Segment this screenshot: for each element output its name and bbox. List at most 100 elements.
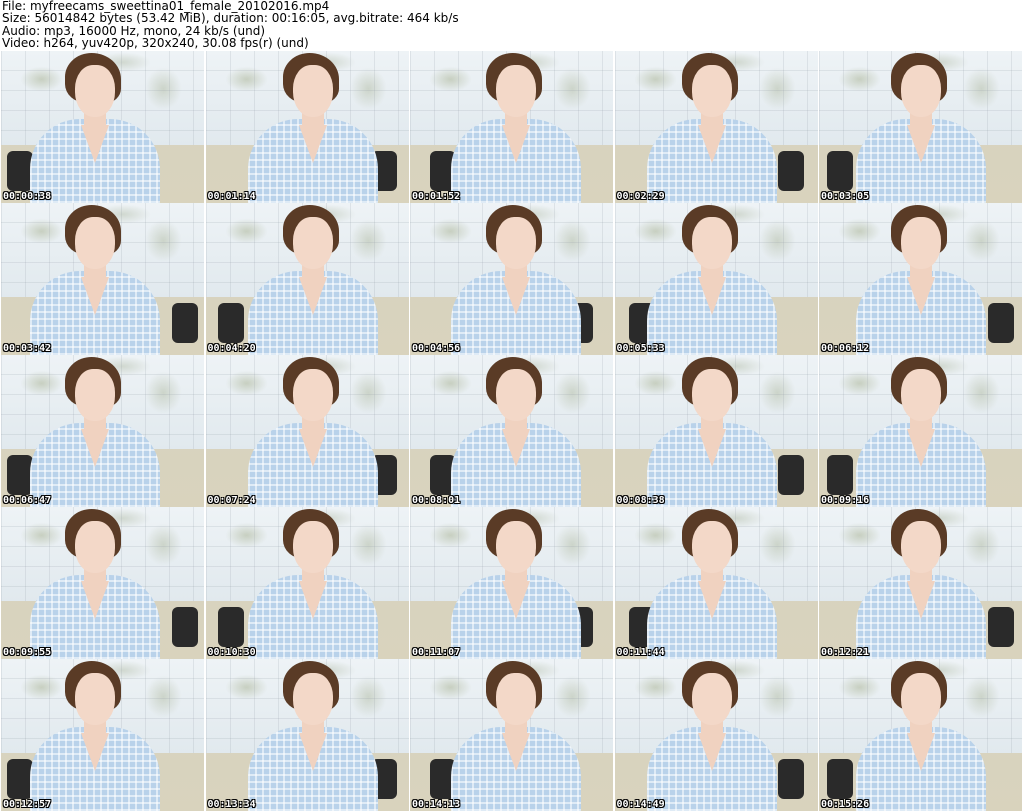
shirt-collar [906,277,935,315]
shirt-collar [501,277,530,315]
frame-timestamp: 00:09:55 [3,647,52,658]
face [495,369,536,421]
frame-timestamp: 00:08:38 [616,495,665,506]
face [293,673,333,725]
chair [827,759,853,799]
frame-timestamp: 00:03:42 [3,343,52,354]
frame-timestamp: 00:06:47 [3,495,52,506]
shirt-collar [299,733,327,771]
shirt-collar [698,581,726,619]
video-frame-thumbnail[interactable]: 00:01:14 [205,51,409,203]
face [293,369,333,421]
shirt-collar [80,277,109,315]
frame-timestamp: 00:05:33 [616,343,665,354]
video-frame-thumbnail[interactable]: 00:12:21 [819,507,1022,659]
face [900,217,941,269]
video-frame-thumbnail[interactable]: 00:04:20 [205,203,409,355]
video-frame-thumbnail[interactable]: 00:03:42 [1,203,204,355]
video-info-line: Video: h264, yuv420p, 320x240, 30.08 fps… [2,36,309,51]
face [692,673,732,725]
face [900,673,941,725]
face [74,217,115,269]
chair [777,151,804,191]
shirt-collar [501,429,530,467]
video-frame-thumbnail[interactable]: 00:13:34 [205,659,409,811]
face [293,521,333,573]
shirt-collar [299,429,327,467]
chair [827,151,853,191]
shirt-collar [299,125,327,163]
frame-timestamp: 00:11:44 [616,647,665,658]
chair [988,607,1014,647]
video-frame-thumbnail[interactable]: 00:11:07 [410,507,613,659]
frame-timestamp: 00:11:07 [412,647,461,658]
shirt-collar [698,733,726,771]
frame-timestamp: 00:02:29 [616,191,665,202]
face [692,369,732,421]
video-frame-thumbnail[interactable]: 00:11:44 [614,507,818,659]
frame-timestamp: 00:09:16 [821,495,870,506]
shirt-collar [80,429,109,467]
face [74,65,115,117]
video-frame-thumbnail[interactable]: 00:03:05 [819,51,1022,203]
frame-timestamp: 00:01:14 [207,191,256,202]
video-frame-thumbnail[interactable]: 00:07:24 [205,355,409,507]
video-frame-thumbnail[interactable]: 00:14:49 [614,659,818,811]
video-frame-thumbnail[interactable]: 00:14:13 [410,659,613,811]
video-frame-thumbnail[interactable]: 00:06:47 [1,355,204,507]
frame-timestamp: 00:13:34 [207,799,256,810]
shirt-collar [906,733,935,771]
chair [827,455,853,495]
face [293,65,333,117]
video-frame-thumbnail[interactable]: 00:10:30 [205,507,409,659]
frame-timestamp: 00:03:05 [821,191,870,202]
shirt-collar [906,581,935,619]
shirt-collar [698,125,726,163]
frame-timestamp: 00:04:20 [207,343,256,354]
frame-timestamp: 00:10:30 [207,647,256,658]
shirt-collar [906,429,935,467]
frame-timestamp: 00:12:57 [3,799,52,810]
video-frame-thumbnail[interactable]: 00:08:01 [410,355,613,507]
face [692,521,732,573]
face [74,369,115,421]
video-frame-thumbnail[interactable]: 00:12:57 [1,659,204,811]
face [692,217,732,269]
frame-timestamp: 00:06:12 [821,343,870,354]
shirt-collar [501,733,530,771]
face [900,521,941,573]
chair [777,759,804,799]
shirt-collar [906,125,935,163]
thumbnail-grid: 00:00:38 00:01:14 00:01:52 00:02:29 00:03:05… [1,51,1023,811]
video-frame-thumbnail[interactable]: 00:05:33 [614,203,818,355]
face [495,673,536,725]
frame-timestamp: 00:07:24 [207,495,256,506]
video-frame-thumbnail[interactable]: 00:00:38 [1,51,204,203]
video-frame-thumbnail[interactable]: 00:09:55 [1,507,204,659]
face [692,65,732,117]
frame-timestamp: 00:08:01 [412,495,461,506]
shirt-collar [299,581,327,619]
face [495,521,536,573]
shirt-collar [698,277,726,315]
face [74,521,115,573]
face [900,369,941,421]
video-frame-thumbnail[interactable]: 00:09:16 [819,355,1022,507]
chair [777,455,804,495]
video-frame-thumbnail[interactable]: 00:06:12 [819,203,1022,355]
video-frame-thumbnail[interactable]: 00:01:52 [410,51,613,203]
shirt-collar [80,733,109,771]
frame-timestamp: 00:14:49 [616,799,665,810]
chair [988,303,1014,343]
frame-timestamp: 00:00:38 [3,191,52,202]
video-frame-thumbnail[interactable]: 00:08:38 [614,355,818,507]
video-frame-thumbnail[interactable]: 00:15:26 [819,659,1022,811]
face [293,217,333,269]
shirt-collar [698,429,726,467]
shirt-collar [501,125,530,163]
video-frame-thumbnail[interactable]: 00:04:56 [410,203,613,355]
face [900,65,941,117]
video-frame-thumbnail[interactable]: 00:02:29 [614,51,818,203]
shirt-collar [299,277,327,315]
chair [172,607,198,647]
